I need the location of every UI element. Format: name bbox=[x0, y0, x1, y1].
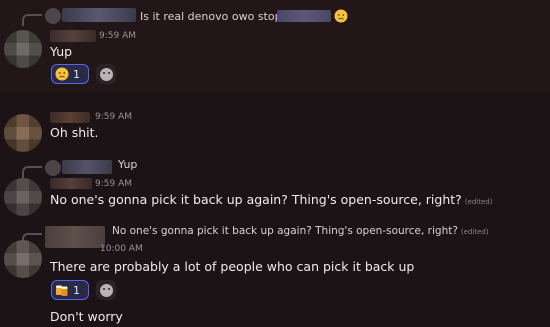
message-text: There are probably a lot of people who c… bbox=[50, 259, 415, 274]
username-blurred[interactable] bbox=[50, 178, 92, 189]
edited-label: (edited) bbox=[460, 228, 489, 236]
username-blurred[interactable] bbox=[50, 30, 96, 42]
message-text: No one's gonna pick it back up again? Th… bbox=[50, 192, 492, 207]
reaction-count: 1 bbox=[73, 67, 80, 81]
reply-avatar[interactable] bbox=[45, 8, 61, 24]
message-timestamp: 9:59 AM bbox=[95, 179, 132, 189]
message-timestamp: 10:00 AM bbox=[100, 244, 143, 254]
chat-message-list: Is it real denovo owo stopped 9:59 AM Yu… bbox=[0, 0, 550, 327]
avatar[interactable] bbox=[4, 178, 42, 216]
smile-plus-icon bbox=[99, 67, 113, 81]
add-reaction-button[interactable] bbox=[96, 64, 116, 84]
reply-text-blurred bbox=[277, 10, 331, 22]
reaction-sad-tear[interactable]: 1 bbox=[51, 64, 89, 84]
smile-plus-icon bbox=[99, 283, 113, 297]
reply-preview-text[interactable]: Yup bbox=[118, 158, 137, 171]
message-timestamp: 9:59 AM bbox=[99, 31, 136, 41]
reply-avatar[interactable] bbox=[45, 160, 61, 176]
avatar[interactable] bbox=[4, 114, 42, 152]
reply-preview-text[interactable]: No one's gonna pick it back up again? Th… bbox=[112, 225, 489, 237]
reply-preview-body: No one's gonna pick it back up again? Th… bbox=[112, 225, 458, 237]
reply-connector bbox=[22, 166, 42, 178]
sad-tear-face-icon bbox=[334, 9, 348, 23]
beers-icon bbox=[56, 285, 68, 296]
edited-label: (edited) bbox=[464, 198, 493, 206]
avatar[interactable] bbox=[4, 240, 42, 278]
add-reaction-button[interactable] bbox=[96, 280, 116, 300]
reply-username-blurred[interactable] bbox=[62, 160, 112, 174]
message-text: Don't worry bbox=[50, 309, 123, 324]
username-blurred[interactable] bbox=[50, 112, 90, 123]
sad-tear-face-icon bbox=[55, 67, 69, 81]
reaction-count: 1 bbox=[73, 283, 80, 297]
avatar[interactable] bbox=[4, 30, 42, 68]
reaction-beers[interactable]: 1 bbox=[51, 280, 89, 300]
message-text: Yup bbox=[50, 44, 73, 59]
reply-connector bbox=[22, 14, 42, 26]
message-text: Oh shit. bbox=[50, 125, 99, 140]
reply-username-blurred[interactable] bbox=[62, 8, 136, 22]
reply-avatar[interactable] bbox=[45, 226, 105, 248]
message-text-body: No one's gonna pick it back up again? Th… bbox=[50, 192, 462, 207]
message-timestamp: 9:59 AM bbox=[95, 112, 132, 122]
